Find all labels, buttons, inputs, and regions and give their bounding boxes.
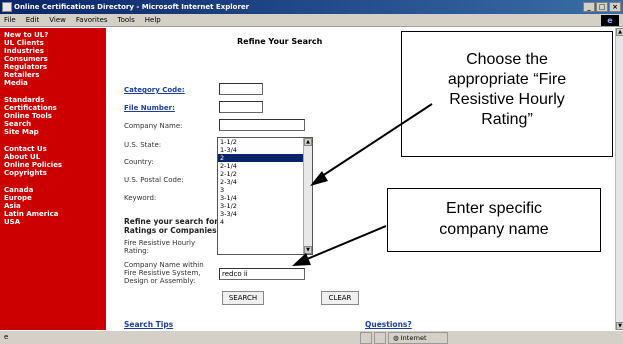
list-option[interactable]: 2-3/4 — [218, 178, 312, 186]
globe-icon: ◍ — [393, 334, 399, 342]
refine-heading-line2: Ratings or Companies — [124, 226, 217, 235]
list-option[interactable]: 3-3/4 — [218, 210, 312, 218]
company-within-label-line1: Company Name within — [124, 261, 204, 269]
fire-rating-callout: Choose the appropriate “Fire Resistive H… — [401, 31, 613, 157]
nav-link-contact-us[interactable]: Contact Us — [4, 145, 102, 153]
page-scroll-up-icon[interactable]: ▲ — [616, 28, 623, 36]
nav-link-latin-america[interactable]: Latin America — [4, 210, 102, 218]
dropdown-scrollbar[interactable]: ▲ ▼ — [303, 138, 312, 254]
scroll-up-icon[interactable]: ▲ — [304, 138, 312, 146]
menu-edit[interactable]: Edit — [26, 16, 40, 24]
menu-help[interactable]: Help — [145, 16, 161, 24]
menu-favorites[interactable]: Favorites — [76, 16, 108, 24]
company-name-callout: Enter specific company name — [387, 188, 601, 252]
category-code-label[interactable]: Category Code: — [124, 86, 185, 94]
status-panel — [374, 332, 386, 344]
clear-button[interactable]: CLEAR — [321, 291, 359, 305]
nav-link-online-policies[interactable]: Online Policies — [4, 161, 102, 169]
company-within-input[interactable]: redco ii — [219, 268, 305, 280]
page-title: Refine Your Search — [237, 37, 323, 46]
company-name-label: Company Name: — [124, 122, 183, 130]
nav-link-retailers[interactable]: Retailers — [4, 71, 102, 79]
file-number-input[interactable] — [219, 101, 263, 113]
list-option[interactable]: 3-1/2 — [218, 202, 312, 210]
callout-text-line: Choose the — [466, 51, 548, 68]
company-within-label-line2: Fire Resistive System, — [124, 269, 201, 277]
nav-link-regulators[interactable]: Regulators — [4, 63, 102, 71]
minimize-button[interactable]: _ — [583, 2, 595, 12]
nav-link-copyrights[interactable]: Copyrights — [4, 169, 102, 177]
company-within-label-line3: Design or Assembly: — [124, 277, 196, 285]
page-scroll-down-icon[interactable]: ▼ — [616, 322, 623, 330]
nav-link-new-to-ul[interactable]: New to UL? — [4, 31, 102, 39]
search-tips-link[interactable]: Search Tips — [124, 320, 173, 329]
status-bar: e ◍ Internet — [0, 330, 623, 344]
category-code-link[interactable]: Category Code: — [124, 86, 185, 94]
nav-link-europe[interactable]: Europe — [4, 194, 102, 202]
menu-view[interactable]: View — [49, 16, 66, 24]
callout-text-line: appropriate “Fire — [447, 71, 567, 88]
file-number-link[interactable]: File Number: — [124, 104, 175, 112]
list-option[interactable]: 4 — [218, 218, 312, 226]
left-navigation: New to UL? UL Clients Industries Consume… — [0, 28, 106, 330]
list-option[interactable]: 3-1/4 — [218, 194, 312, 202]
postal-code-label: U.S. Postal Code: — [124, 176, 184, 184]
list-option[interactable]: 2-1/4 — [218, 162, 312, 170]
callout-text-line: Resistive Hourly — [449, 91, 565, 108]
nav-link-standards[interactable]: Standards — [4, 96, 102, 104]
menu-tools[interactable]: Tools — [118, 16, 135, 24]
fire-rating-label-line1: Fire Resistive Hourly — [124, 239, 196, 247]
nav-group-audience: New to UL? UL Clients Industries Consume… — [4, 31, 102, 87]
status-panel — [360, 332, 372, 344]
callout-text-line: company name — [439, 221, 549, 238]
nav-link-consumers[interactable]: Consumers — [4, 55, 102, 63]
nav-link-media[interactable]: Media — [4, 79, 102, 87]
scroll-down-icon[interactable]: ▼ — [304, 246, 312, 254]
menu-file[interactable]: File — [4, 16, 16, 24]
file-number-label[interactable]: File Number: — [124, 104, 175, 112]
nav-link-usa[interactable]: USA — [4, 218, 102, 226]
nav-link-industries[interactable]: Industries — [4, 47, 102, 55]
ie-window-icon — [2, 2, 12, 12]
list-option[interactable]: 1-1/2 — [218, 138, 312, 146]
internet-zone-label: Internet — [400, 334, 427, 342]
internet-zone: ◍ Internet — [388, 332, 448, 344]
nav-link-about-ul[interactable]: About UL — [4, 153, 102, 161]
nav-group-resources: Standards Certifications Online Tools Se… — [4, 96, 102, 136]
fire-rating-dropdown-list[interactable]: 1-1/2 1-3/4 2 2-1/4 2-1/2 2-3/4 3 3-1/4 … — [217, 137, 313, 255]
refine-heading-line1: Refine your search for — [124, 217, 218, 226]
fire-rating-label-line2: Rating: — [124, 247, 149, 255]
nav-link-asia[interactable]: Asia — [4, 202, 102, 210]
callout-text-line: Rating” — [481, 111, 533, 128]
maximize-button[interactable]: □ — [596, 2, 608, 12]
list-option[interactable]: 2-1/2 — [218, 170, 312, 178]
search-button[interactable]: SEARCH — [222, 291, 264, 305]
nav-link-site-map[interactable]: Site Map — [4, 128, 102, 136]
ie-logo-icon: e — [601, 15, 619, 26]
company-name-input[interactable] — [219, 119, 305, 131]
window-titlebar: Online Certifications Directory - Micros… — [0, 0, 623, 14]
list-option[interactable]: 1-3/4 — [218, 146, 312, 154]
nav-link-certifications[interactable]: Certifications — [4, 104, 102, 112]
menubar: File Edit View Favorites Tools Help — [0, 14, 623, 27]
nav-link-canada[interactable]: Canada — [4, 186, 102, 194]
callout-text-line: Enter specific — [445, 200, 543, 217]
page-scrollbar[interactable]: ▲ ▼ — [615, 28, 623, 330]
country-label: Country: — [124, 158, 154, 166]
nav-link-ul-clients[interactable]: UL Clients — [4, 39, 102, 47]
list-option-selected[interactable]: 2 — [218, 154, 312, 162]
nav-group-regions: Canada Europe Asia Latin America USA — [4, 186, 102, 226]
window-title: Online Certifications Directory - Micros… — [14, 3, 250, 11]
category-code-input[interactable] — [219, 83, 263, 95]
us-state-label: U.S. State: — [124, 141, 162, 149]
nav-link-online-tools[interactable]: Online Tools — [4, 112, 102, 120]
keyword-label: Keyword: — [124, 194, 157, 202]
page-status-icon: e — [4, 333, 9, 341]
nav-link-search[interactable]: Search — [4, 120, 102, 128]
window-controls: _ □ × — [583, 2, 621, 12]
close-button[interactable]: × — [609, 2, 621, 12]
list-option[interactable]: 3 — [218, 186, 312, 194]
questions-link[interactable]: Questions? — [365, 320, 412, 329]
nav-group-about: Contact Us About UL Online Policies Copy… — [4, 145, 102, 177]
